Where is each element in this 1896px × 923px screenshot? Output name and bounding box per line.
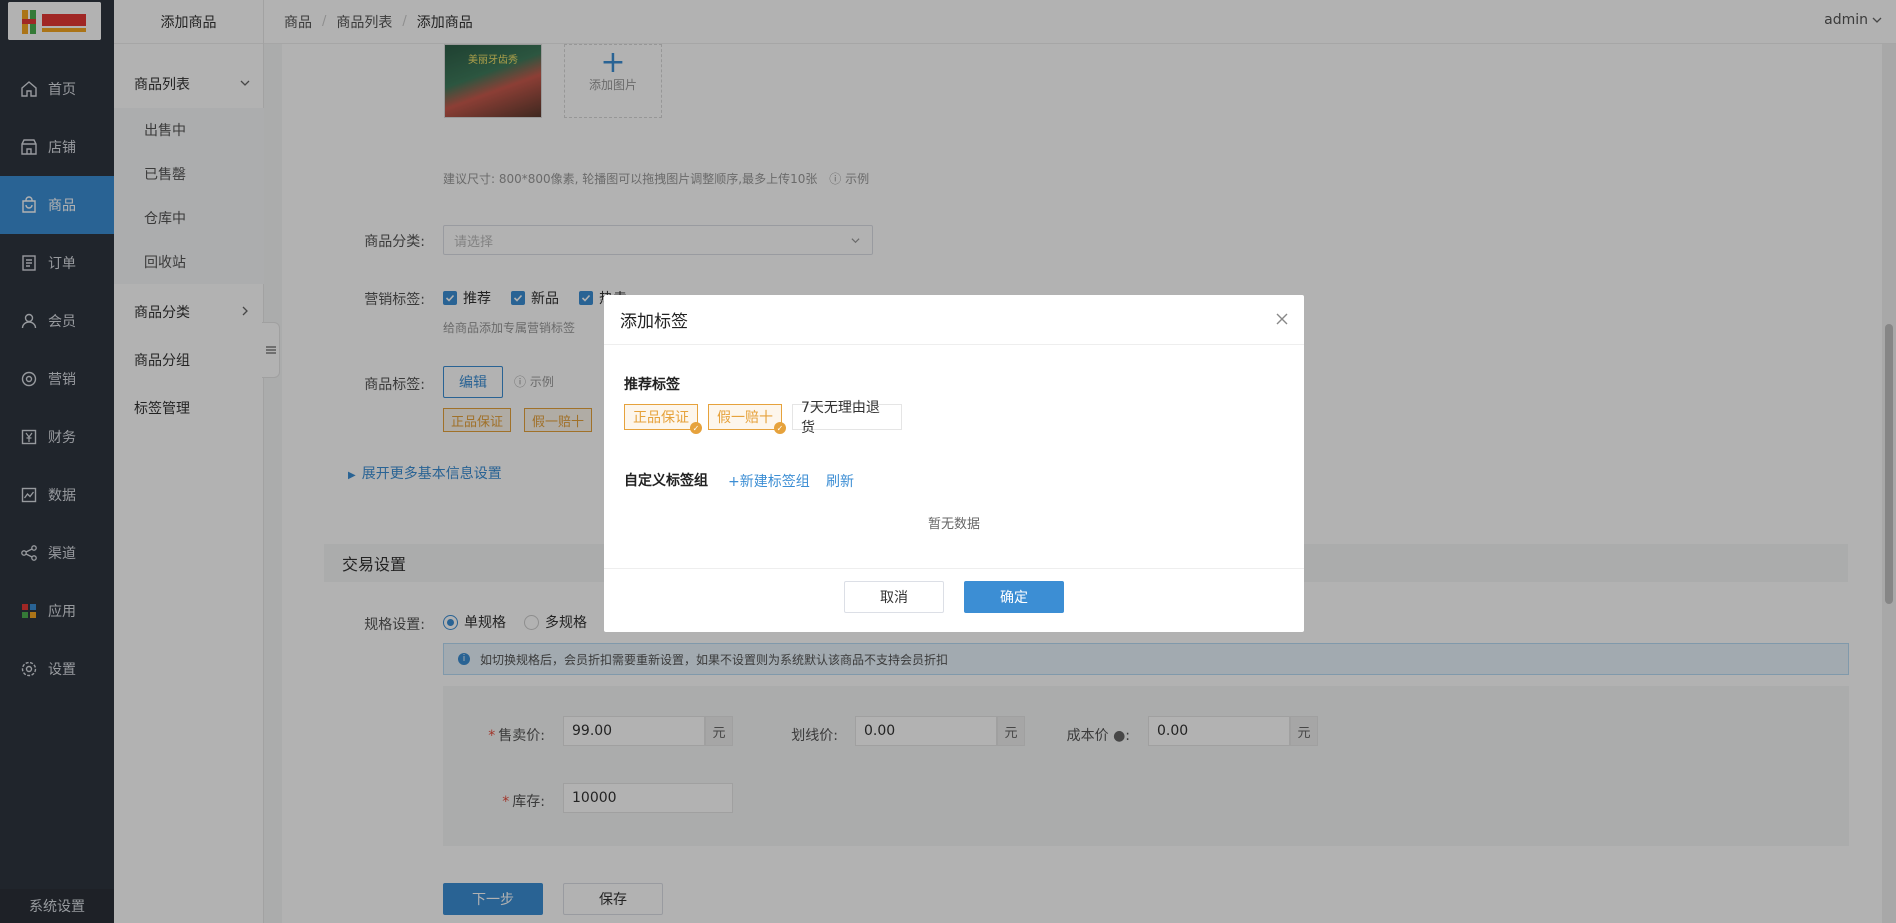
recommended-tags-title: 推荐标签 xyxy=(624,377,680,393)
add-tag-dialog: 添加标签 推荐标签 正品保证 ✓ 假一赔十 ✓ 7天无理由退货 自定义标签组 +… xyxy=(604,295,1304,632)
recommended-tag-compensation[interactable]: 假一赔十 ✓ xyxy=(708,404,786,434)
refresh-link[interactable]: 刷新 xyxy=(826,471,854,491)
tag-label: 正品保证 xyxy=(633,410,689,426)
recommended-tag-genuine[interactable]: 正品保证 ✓ xyxy=(624,404,702,434)
close-icon[interactable] xyxy=(1274,311,1290,327)
check-icon: ✓ xyxy=(690,422,702,434)
dialog-footer: 取消 确定 xyxy=(604,569,1304,631)
custom-tags-title: 自定义标签组 xyxy=(624,473,708,489)
cancel-button[interactable]: 取消 xyxy=(844,581,944,613)
confirm-button[interactable]: 确定 xyxy=(964,581,1064,613)
dialog-header: 添加标签 xyxy=(604,295,1304,345)
dialog-title: 添加标签 xyxy=(620,312,688,332)
tag-label: 假一赔十 xyxy=(717,410,773,426)
check-icon: ✓ xyxy=(774,422,786,434)
empty-state: 暂无数据 xyxy=(927,517,980,532)
new-tag-group-link[interactable]: +新建标签组 xyxy=(728,471,810,491)
tag-label: 7天无理由退货 xyxy=(801,400,880,436)
recommended-tag-return[interactable]: 7天无理由退货 xyxy=(792,400,902,436)
dialog-body: 推荐标签 正品保证 ✓ 假一赔十 ✓ 7天无理由退货 自定义标签组 +新建标签组… xyxy=(604,345,1304,569)
